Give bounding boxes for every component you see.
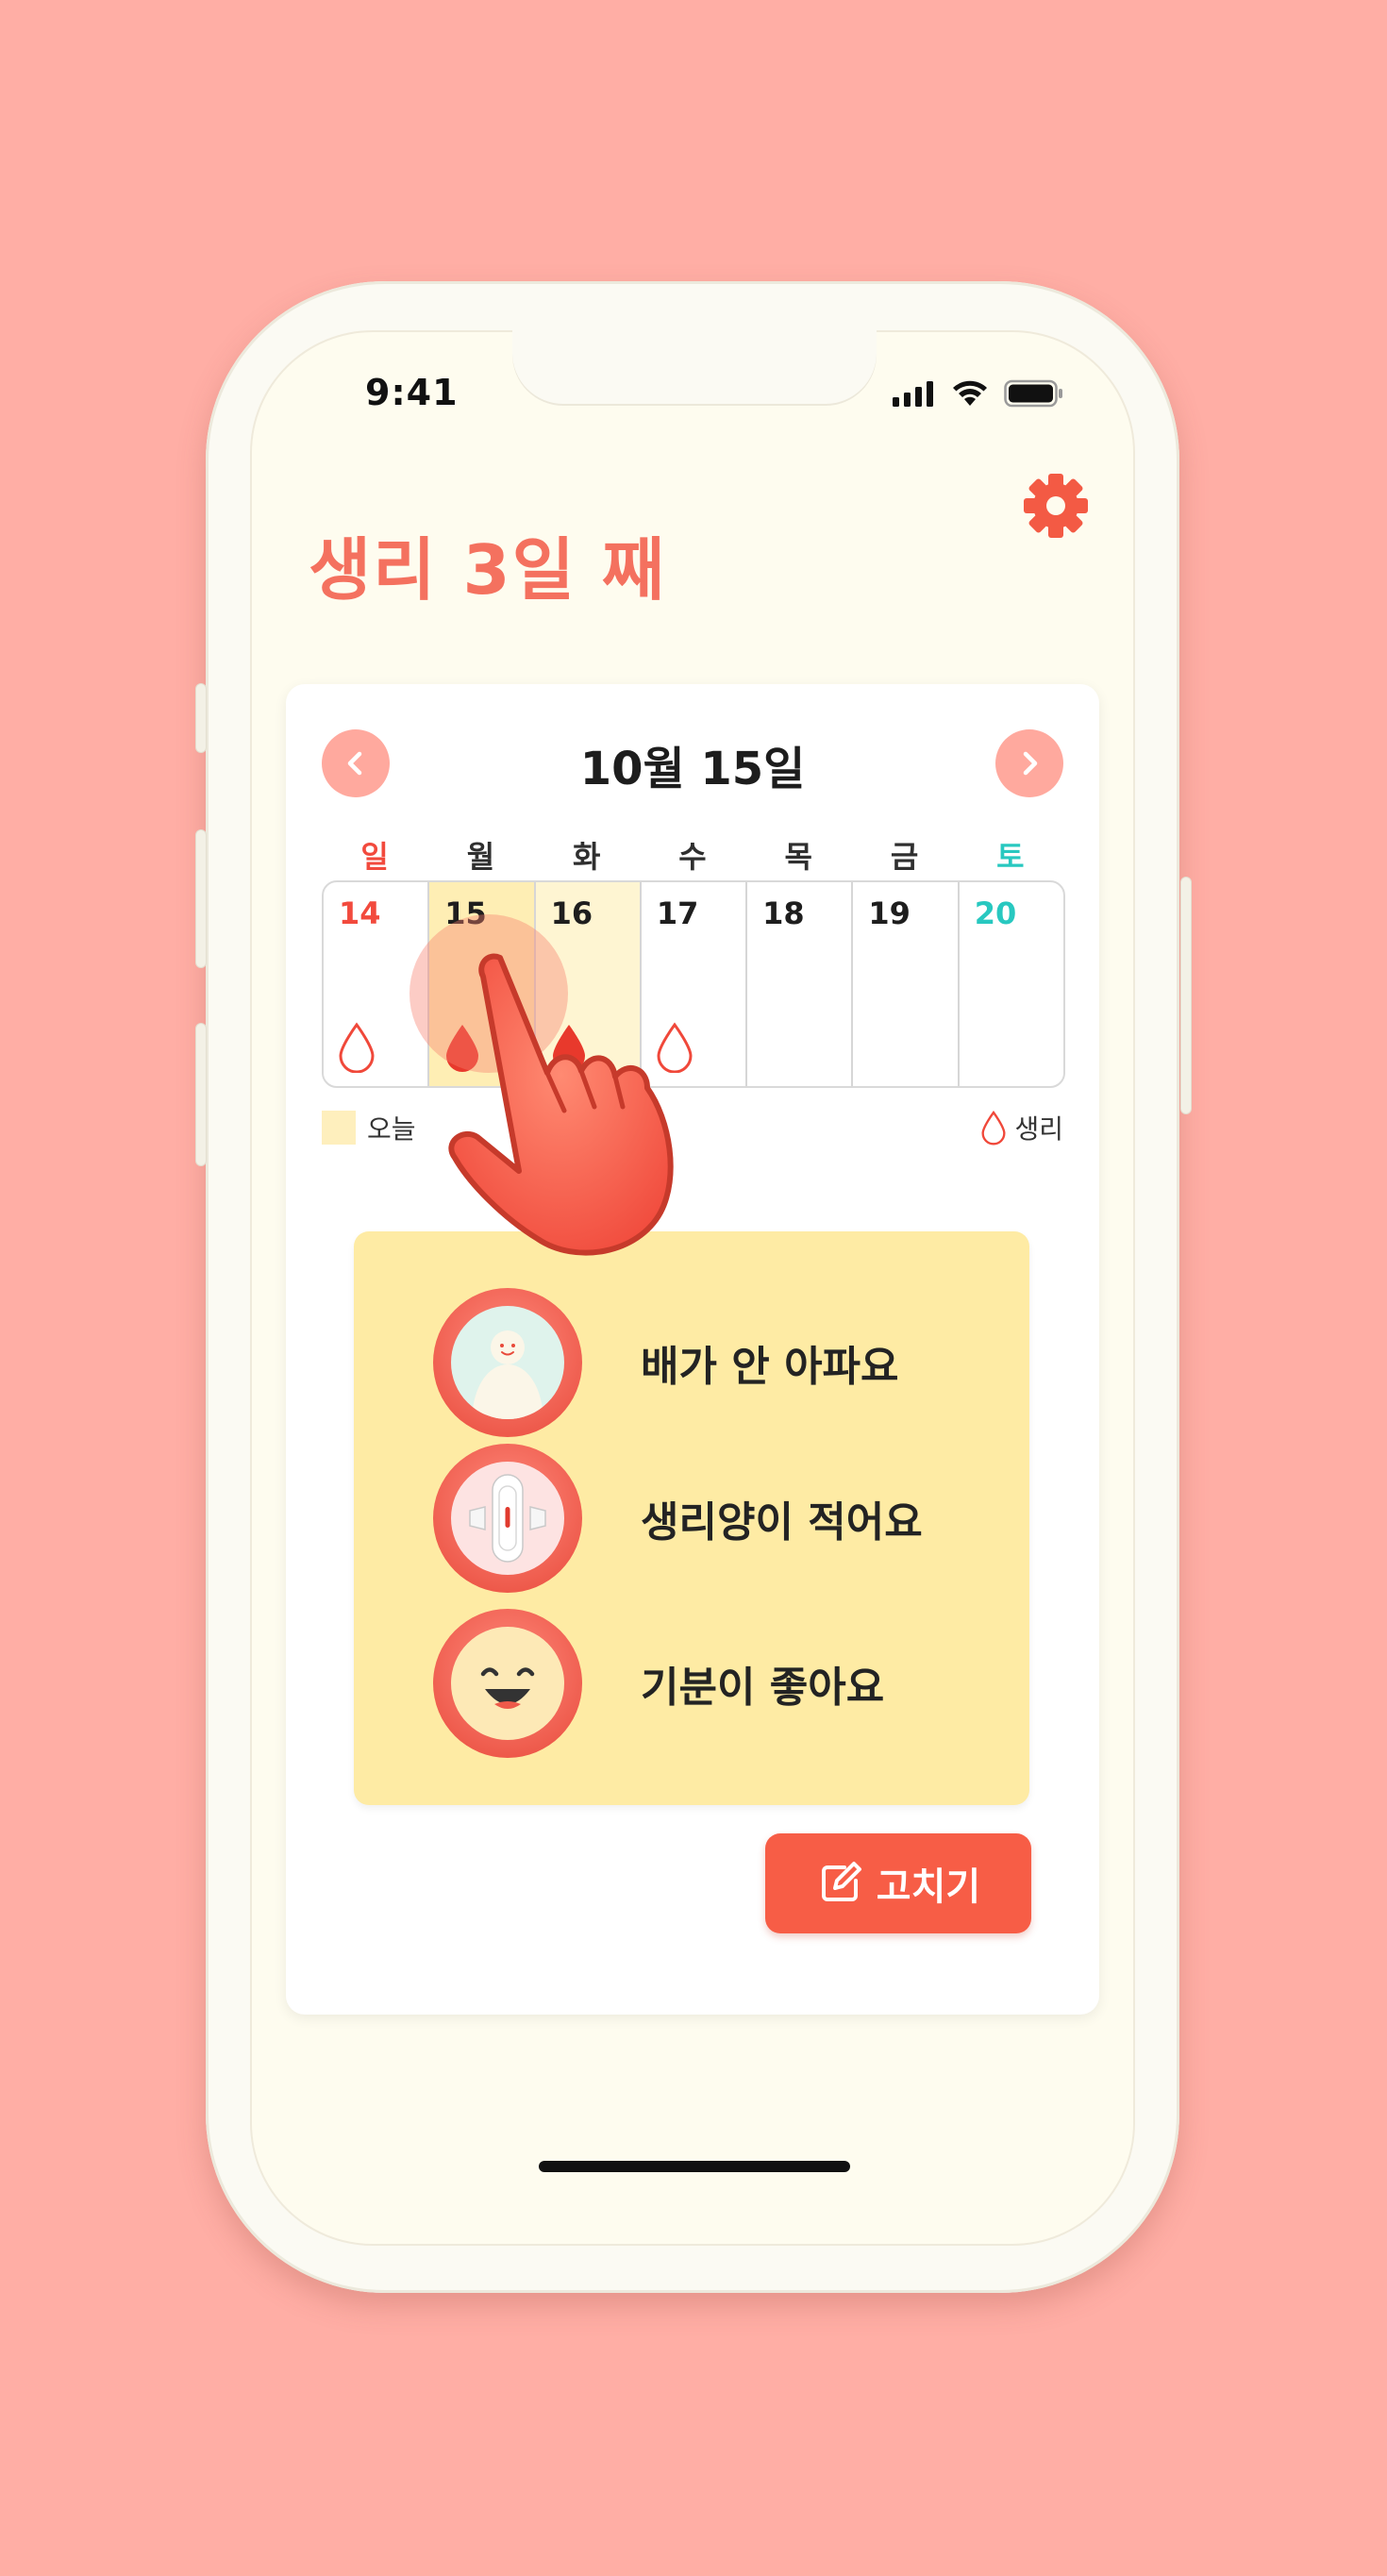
weekday-label: 화	[572, 839, 601, 875]
side-button	[196, 684, 206, 752]
edit-button-label: 고치기	[876, 1865, 981, 1909]
edit-icon	[821, 1862, 861, 1901]
day-cell[interactable]: 18	[747, 882, 854, 1086]
weekday-label: 수	[678, 839, 707, 875]
side-button	[196, 830, 206, 967]
mood-icon-circle	[433, 1444, 582, 1593]
legend-period: 생리	[980, 1109, 1063, 1146]
day-cell[interactable]: 20	[960, 882, 1063, 1086]
day-cell[interactable]: 19	[853, 882, 960, 1086]
mood-item: 생리양이 적어요	[433, 1444, 923, 1593]
period-drop-icon	[339, 1022, 375, 1073]
next-day-button[interactable]	[995, 729, 1063, 797]
person-icon	[451, 1306, 564, 1419]
wifi-icon	[953, 380, 987, 406]
chevron-right-icon	[1023, 751, 1038, 776]
smiley-icon	[451, 1627, 564, 1740]
mood-item: 배가 안 아파요	[433, 1288, 899, 1437]
day-number: 19	[868, 895, 911, 931]
mood-label: 생리양이 적어요	[641, 1498, 923, 1547]
mood-icon-circle	[433, 1609, 582, 1758]
status-time: 9:41	[365, 372, 459, 413]
signal-icon	[893, 381, 933, 407]
home-indicator	[539, 2161, 850, 2172]
mood-label: 배가 안 아파요	[641, 1343, 899, 1391]
weekday-label: 월	[466, 839, 495, 875]
pointing-hand-icon	[409, 914, 674, 1256]
pad-icon	[451, 1462, 564, 1575]
day-number: 18	[762, 895, 805, 931]
gear-icon[interactable]	[1022, 472, 1090, 540]
today-swatch	[322, 1111, 356, 1145]
side-button	[196, 1024, 206, 1165]
edit-button[interactable]: 고치기	[765, 1833, 1031, 1933]
legend-period-label: 생리	[1014, 1113, 1063, 1145]
date-heading: 10월 15일	[579, 743, 806, 795]
page-title: 생리 3일 째	[309, 530, 667, 610]
day-number: 20	[974, 895, 1017, 931]
weekday-label: 목	[784, 839, 812, 875]
battery-icon	[1004, 379, 1062, 408]
mood-summary-panel: 배가 안 아파요 생리양이 적어요 기분이 좋아요	[354, 1231, 1029, 1805]
calendar-card: 10월 15일 일 월 화 수 목 금 토 14 15 16 17 18 19 …	[286, 684, 1099, 2015]
screen: 9:41 생리 3일 째 10월 15일 일 월 화 수 목 금 토 14 15…	[250, 330, 1135, 2246]
notch	[512, 330, 877, 406]
day-number: 14	[339, 895, 381, 931]
mood-icon-circle	[433, 1288, 582, 1437]
period-drop-icon	[981, 1111, 1006, 1146]
status-icons	[893, 379, 1064, 408]
weekday-header: 일 월 화 수 목 금 토	[322, 833, 1063, 877]
mood-label: 기분이 좋아요	[641, 1664, 885, 1712]
weekday-label: 토	[996, 839, 1025, 875]
side-button	[1181, 878, 1191, 1113]
mood-item: 기분이 좋아요	[433, 1609, 884, 1758]
weekday-label: 일	[360, 839, 389, 875]
weekday-label: 금	[890, 839, 919, 875]
